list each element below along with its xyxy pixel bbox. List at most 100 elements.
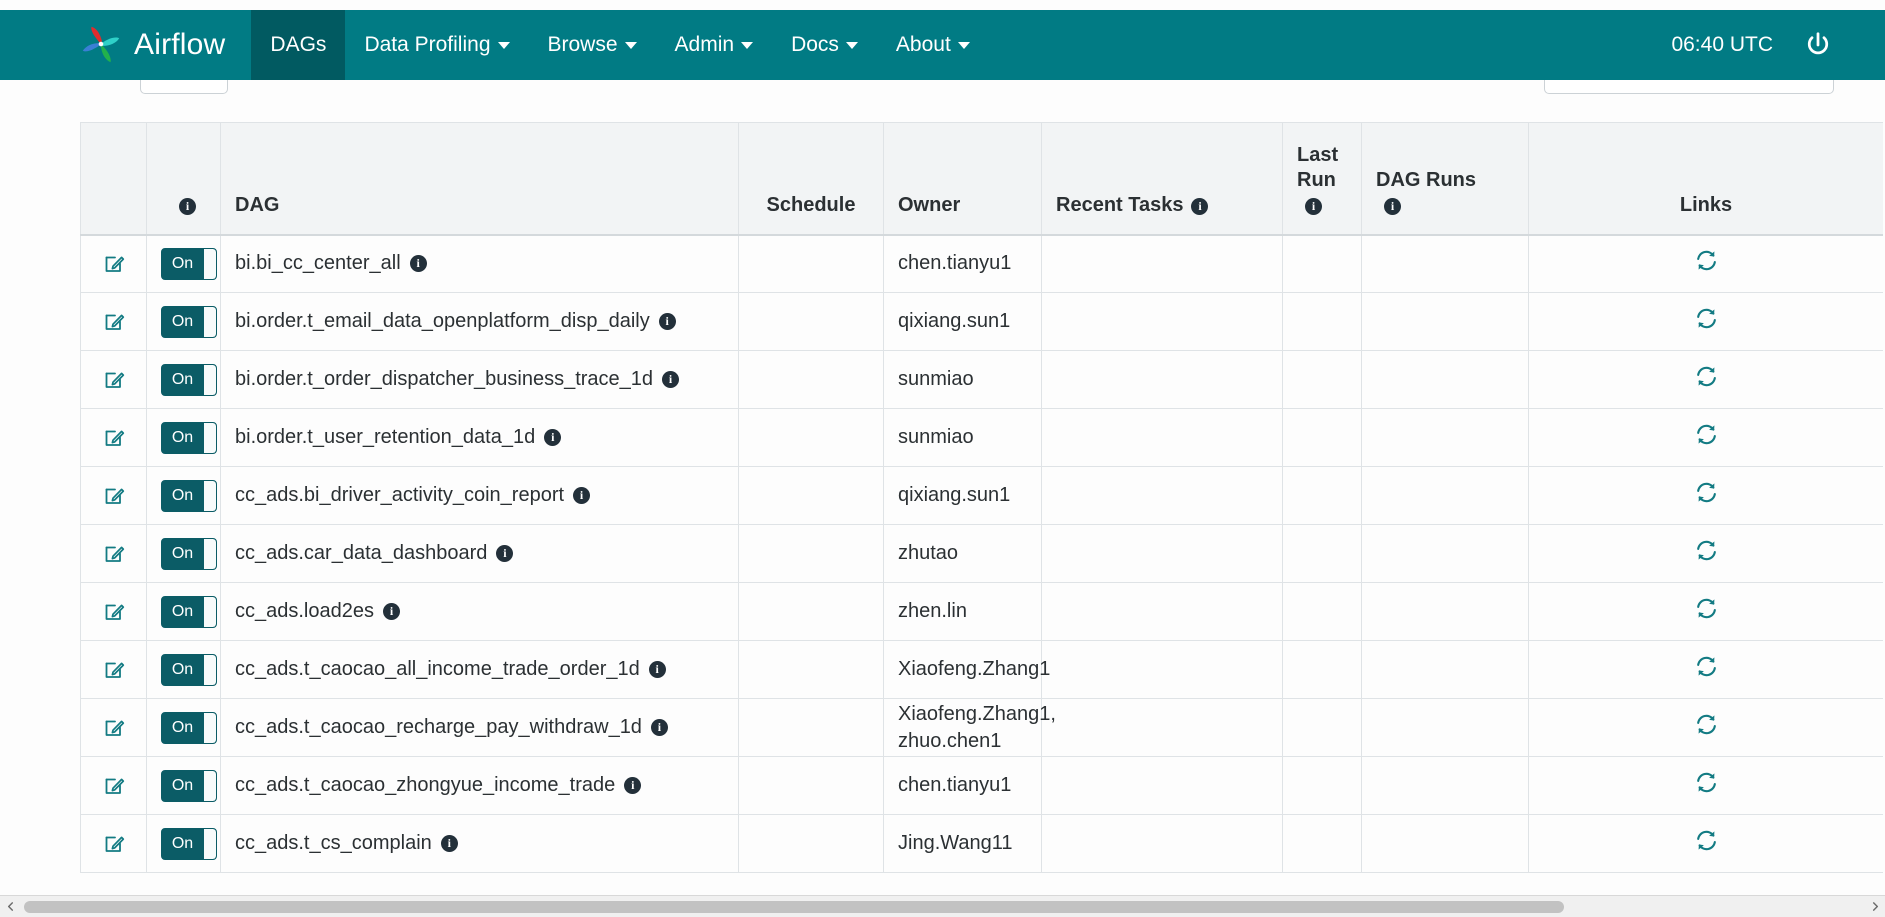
cell-owner: sunmiao xyxy=(883,350,1042,409)
cell-toggle: On xyxy=(146,234,221,293)
info-icon[interactable]: i xyxy=(1305,197,1322,215)
refresh-icon[interactable] xyxy=(1694,364,1719,389)
column-header-dag[interactable]: DAG xyxy=(220,122,739,236)
dag-on-off-toggle[interactable]: On xyxy=(161,421,217,454)
dag-on-off-toggle[interactable]: On xyxy=(161,711,217,744)
cell-dag-name: cc_ads.bi_driver_activity_coin_report i xyxy=(220,466,739,525)
dag-on-off-toggle[interactable]: On xyxy=(161,537,217,570)
scrollbar-track[interactable] xyxy=(20,895,1865,917)
dag-link[interactable]: cc_ads.t_caocao_zhongyue_income_trade xyxy=(235,774,615,796)
edit-pencil-icon[interactable] xyxy=(102,832,126,856)
refresh-icon[interactable] xyxy=(1694,654,1719,679)
cell-recent-tasks xyxy=(1041,582,1283,641)
refresh-icon[interactable] xyxy=(1694,422,1719,447)
info-icon[interactable]: i xyxy=(648,661,666,678)
refresh-icon[interactable] xyxy=(1694,596,1719,621)
nav-item-dags[interactable]: DAGs xyxy=(251,10,346,80)
toggle-knob xyxy=(203,596,216,627)
utc-clock: 06:40 UTC xyxy=(1671,33,1773,56)
dag-on-off-toggle[interactable]: On xyxy=(161,595,217,628)
dag-link[interactable]: bi.order.t_user_retention_data_1d xyxy=(235,426,535,448)
dag-link[interactable]: cc_ads.bi_driver_activity_coin_report xyxy=(235,484,564,506)
cell-owner: sunmiao xyxy=(883,408,1042,467)
nav-item-docs[interactable]: Docs xyxy=(772,10,877,80)
dag-link[interactable]: cc_ads.t_caocao_all_income_trade_order_1… xyxy=(235,658,640,680)
cell-dag-runs xyxy=(1361,408,1529,467)
page-root: Airflow DAGs Data Profiling Browse Admin… xyxy=(0,0,1885,917)
refresh-icon[interactable] xyxy=(1694,306,1719,331)
dag-on-off-toggle[interactable]: On xyxy=(161,247,217,280)
refresh-icon[interactable] xyxy=(1694,480,1719,505)
dag-on-off-toggle[interactable]: On xyxy=(161,769,217,802)
info-icon[interactable]: i xyxy=(573,487,591,504)
nav-item-browse[interactable]: Browse xyxy=(529,10,656,80)
refresh-icon[interactable] xyxy=(1694,770,1719,795)
info-icon[interactable]: i xyxy=(440,835,458,852)
table-row: On bi.order.t_user_retention_data_1d i sunm… xyxy=(80,408,1883,467)
info-icon[interactable]: i xyxy=(1384,197,1401,215)
dag-link[interactable]: bi.order.t_order_dispatcher_business_tra… xyxy=(235,368,653,390)
cell-last-run xyxy=(1282,524,1362,583)
dags-table-container: i DAG Schedule Owner Recent Tasks i Last… xyxy=(80,122,1883,902)
edit-pencil-icon[interactable] xyxy=(102,484,126,508)
cell-recent-tasks xyxy=(1041,524,1283,583)
scroll-left-button[interactable] xyxy=(0,896,20,917)
edit-pencil-icon[interactable] xyxy=(102,310,126,334)
nav-item-about[interactable]: About xyxy=(877,10,989,80)
power-icon[interactable] xyxy=(1803,30,1833,60)
dag-on-off-toggle[interactable]: On xyxy=(161,653,217,686)
cell-schedule xyxy=(738,466,884,525)
info-icon[interactable]: i xyxy=(662,371,680,388)
dag-link[interactable]: cc_ads.car_data_dashboard xyxy=(235,542,487,564)
edit-pencil-icon[interactable] xyxy=(102,658,126,682)
edit-pencil-icon[interactable] xyxy=(102,252,126,276)
nav-item-data-profiling[interactable]: Data Profiling xyxy=(345,10,528,80)
scroll-right-button[interactable] xyxy=(1865,896,1885,917)
cell-owner: qixiang.sun1 xyxy=(883,292,1042,351)
dag-link[interactable]: cc_ads.load2es xyxy=(235,600,374,622)
cell-dag-name: cc_ads.car_data_dashboard i xyxy=(220,524,739,583)
edit-pencil-icon[interactable] xyxy=(102,774,126,798)
cell-toggle: On xyxy=(146,466,221,525)
dag-on-off-toggle[interactable]: On xyxy=(161,305,217,338)
refresh-icon[interactable] xyxy=(1694,828,1719,853)
info-icon[interactable]: i xyxy=(658,313,676,330)
edit-pencil-icon[interactable] xyxy=(102,368,126,392)
info-icon[interactable]: i xyxy=(409,255,427,273)
refresh-icon[interactable] xyxy=(1694,248,1719,273)
info-icon[interactable]: i xyxy=(496,545,514,562)
refresh-icon[interactable] xyxy=(1694,712,1719,737)
nav-item-data-profiling-label: Data Profiling xyxy=(364,33,491,56)
column-header-dag-runs-label: DAG Runs xyxy=(1376,168,1476,191)
edit-pencil-icon[interactable] xyxy=(102,716,126,740)
edit-pencil-icon[interactable] xyxy=(102,426,126,450)
dag-link[interactable]: cc_ads.t_cs_complain xyxy=(235,832,432,854)
info-icon[interactable]: i xyxy=(624,777,642,794)
cell-last-run xyxy=(1282,698,1362,757)
cell-owner: Xiaofeng.Zhang1, zhuo.chen1 xyxy=(883,698,1056,757)
cell-schedule xyxy=(738,408,884,467)
column-header-owner[interactable]: Owner xyxy=(883,122,1042,236)
dag-link[interactable]: bi.order.t_email_data_openplatform_disp_… xyxy=(235,310,650,332)
dag-link[interactable]: bi.bi_cc_center_all xyxy=(235,252,401,274)
edit-pencil-icon[interactable] xyxy=(102,542,126,566)
refresh-icon[interactable] xyxy=(1694,538,1719,563)
info-icon[interactable]: i xyxy=(1191,197,1209,215)
column-header-last-run-label: Last Run xyxy=(1297,143,1339,191)
column-header-schedule[interactable]: Schedule xyxy=(738,122,884,236)
dag-on-off-toggle[interactable]: On xyxy=(161,479,217,512)
horizontal-scrollbar[interactable] xyxy=(0,895,1885,917)
edit-pencil-icon[interactable] xyxy=(102,600,126,624)
info-icon[interactable]: i xyxy=(382,603,400,620)
info-icon[interactable]: i xyxy=(179,197,196,215)
dag-on-off-toggle[interactable]: On xyxy=(161,827,217,860)
nav-item-admin[interactable]: Admin xyxy=(656,10,773,80)
cell-owner: chen.tianyu1 xyxy=(883,234,1042,293)
cell-schedule xyxy=(738,234,884,293)
scrollbar-thumb[interactable] xyxy=(24,900,1564,913)
brand-home-link[interactable]: Airflow xyxy=(0,10,251,80)
dag-on-off-toggle[interactable]: On xyxy=(161,363,217,396)
info-icon[interactable]: i xyxy=(544,429,562,446)
dag-link[interactable]: cc_ads.t_caocao_recharge_pay_withdraw_1d xyxy=(235,716,642,738)
info-icon[interactable]: i xyxy=(650,719,668,736)
